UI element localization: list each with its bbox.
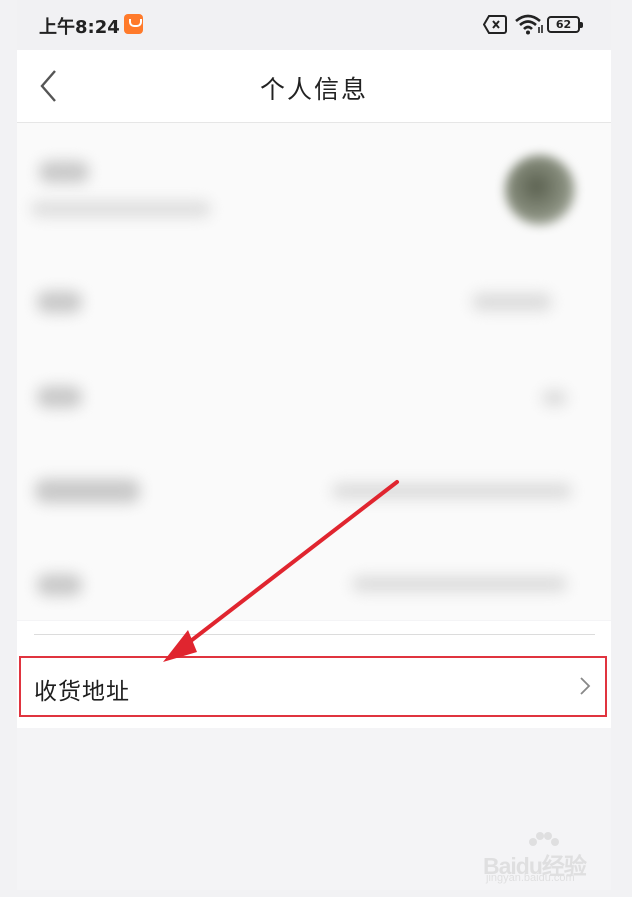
- avatar: [505, 155, 575, 225]
- blurred-label: [35, 479, 140, 503]
- info-row-5[interactable]: [17, 538, 611, 620]
- blurred-label: [37, 574, 82, 596]
- info-row-avatar[interactable]: [17, 123, 611, 253]
- status-bar: 上午8:24 62: [17, 0, 611, 50]
- info-row-2[interactable]: [17, 253, 611, 348]
- notification-app-icon: [124, 14, 143, 34]
- screen: 上午8:24 62 个人信息 收货地址 Baidu经验 jingyan.baid…: [17, 0, 611, 890]
- address-section: 收货地址: [17, 621, 611, 728]
- watermark: Baidu经验 jingyan.baidu.com: [483, 832, 611, 887]
- info-list-blurred: [17, 123, 611, 620]
- nav-bar: 个人信息: [17, 50, 611, 123]
- info-row-4[interactable]: [17, 443, 611, 538]
- info-row-3[interactable]: [17, 348, 611, 443]
- battery-icon: 62: [547, 16, 583, 33]
- wifi-icon: [515, 14, 543, 35]
- sim-card-x-icon: [483, 15, 507, 34]
- baidu-paw-icon: [529, 832, 559, 846]
- page-title: 个人信息: [259, 75, 368, 104]
- watermark-url: jingyan.baidu.com: [486, 872, 575, 884]
- shipping-address-label: 收货地址: [34, 679, 130, 705]
- status-time: 上午8:24: [39, 17, 120, 38]
- shipping-address-row[interactable]: 收货地址: [19, 656, 607, 717]
- divider: [34, 634, 595, 635]
- chevron-right-icon: [580, 677, 591, 695]
- blurred-value: [352, 576, 567, 592]
- blurred-value: [472, 293, 552, 311]
- blurred-label: [37, 386, 82, 408]
- blurred-value: [332, 483, 572, 499]
- blurred-label: [37, 291, 82, 313]
- blurred-value: [542, 390, 567, 406]
- blurred-subtext: [31, 201, 211, 217]
- blurred-label: [39, 161, 89, 183]
- watermark-text: Baidu经验: [483, 853, 587, 879]
